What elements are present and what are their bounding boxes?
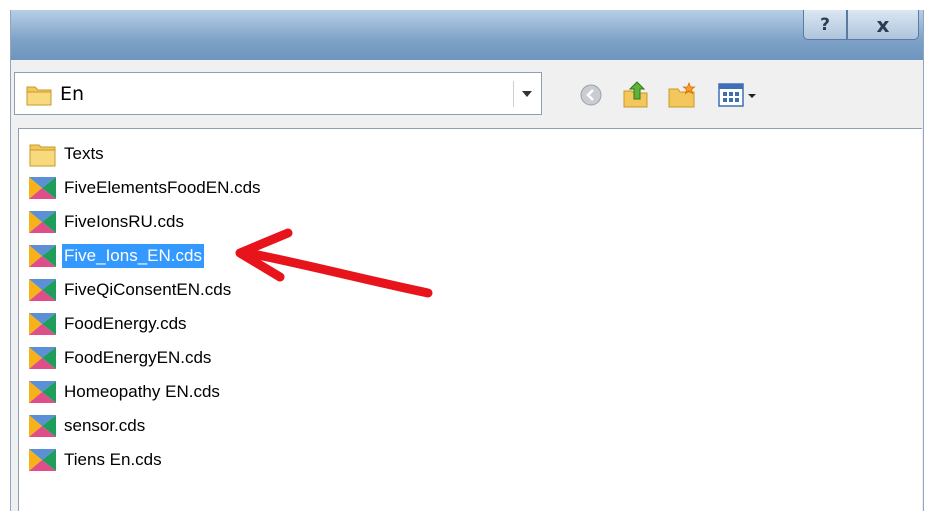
view-menu-button[interactable] xyxy=(716,80,764,110)
cds-file-icon xyxy=(29,277,56,303)
file-item[interactable]: FiveIonsRU.cds xyxy=(29,208,186,236)
folder-icon xyxy=(26,86,52,106)
back-icon xyxy=(580,84,602,106)
cds-file-icon xyxy=(29,447,56,473)
item-label: Homeopathy EN.cds xyxy=(64,382,220,401)
cds-file-icon xyxy=(29,209,56,235)
view-menu-icon xyxy=(718,83,756,107)
up-folder-icon xyxy=(623,81,648,108)
item-label: FiveElementsFoodEN.cds xyxy=(64,178,261,197)
item-label: FiveIonsRU.cds xyxy=(64,212,184,231)
file-item[interactable]: Homeopathy EN.cds xyxy=(29,378,222,406)
annotation-arrow xyxy=(235,228,433,298)
close-icon: x xyxy=(876,12,890,37)
cds-file-icon xyxy=(29,345,56,371)
title-bar: ? x xyxy=(11,10,923,60)
file-item[interactable]: Five_Ions_EN.cds xyxy=(29,242,204,270)
back-button[interactable] xyxy=(578,82,604,108)
help-button[interactable]: ? xyxy=(803,10,847,40)
cds-file-icon xyxy=(29,311,56,337)
help-icon: ? xyxy=(820,14,830,35)
file-item[interactable]: FiveQiConsentEN.cds xyxy=(29,276,233,304)
file-item[interactable]: FiveElementsFoodEN.cds xyxy=(29,174,263,202)
cds-file-icon xyxy=(29,175,56,201)
up-one-level-button[interactable] xyxy=(620,78,652,110)
item-label: Tiens En.cds xyxy=(64,450,162,469)
file-list[interactable]: Texts FiveElementsFoodEN.cds FiveIonsRU.cd… xyxy=(18,128,922,511)
new-folder-button[interactable] xyxy=(666,80,700,110)
item-label: Texts xyxy=(64,144,104,163)
look-in-dropdown-button[interactable] xyxy=(513,81,540,107)
cds-file-icon xyxy=(29,379,56,405)
folder-item[interactable]: Texts xyxy=(29,140,106,168)
item-label: FoodEnergyEN.cds xyxy=(64,348,212,367)
chevron-down-icon xyxy=(522,91,532,97)
file-item[interactable]: sensor.cds xyxy=(29,412,147,440)
item-label: FiveQiConsentEN.cds xyxy=(64,280,232,299)
folder-icon xyxy=(29,141,56,167)
item-label: FoodEnergy.cds xyxy=(64,314,187,333)
look-in-combobox[interactable]: En xyxy=(14,72,542,115)
new-folder-icon xyxy=(668,81,696,108)
file-item[interactable]: Tiens En.cds xyxy=(29,446,164,474)
item-label: sensor.cds xyxy=(64,416,146,435)
cds-file-icon xyxy=(29,243,56,269)
close-button[interactable]: x xyxy=(847,10,919,40)
cds-file-icon xyxy=(29,413,56,439)
look-in-value: En xyxy=(60,83,85,105)
file-item[interactable]: FoodEnergyEN.cds xyxy=(29,344,213,372)
file-item[interactable]: FoodEnergy.cds xyxy=(29,310,189,338)
item-label: Five_Ions_EN.cds xyxy=(62,244,204,268)
